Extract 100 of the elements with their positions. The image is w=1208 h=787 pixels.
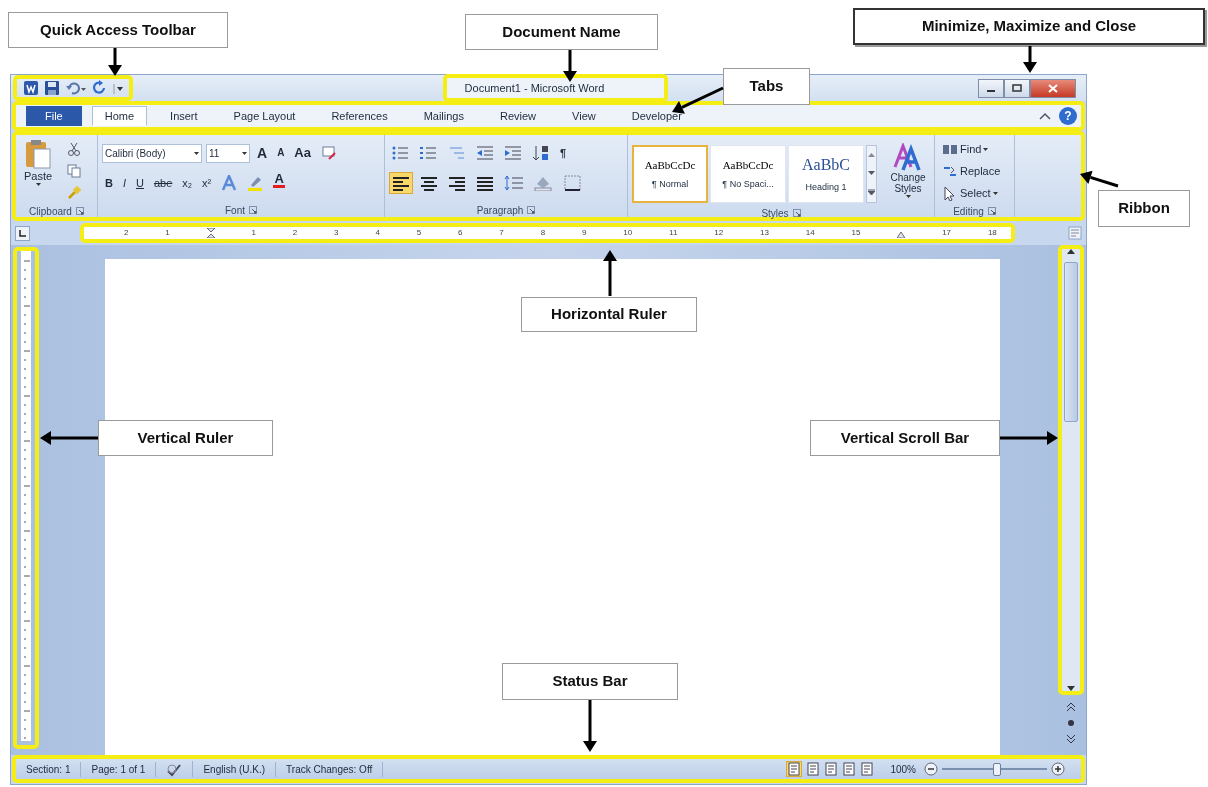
draft-icon[interactable] <box>860 762 875 776</box>
group-label: Clipboard <box>29 204 72 219</box>
app-icon[interactable] <box>23 80 39 96</box>
undo-icon[interactable] <box>65 80 87 96</box>
center-icon <box>420 174 438 192</box>
outline-icon[interactable] <box>842 762 857 776</box>
status-text[interactable]: Page: 1 of 1 <box>81 761 157 777</box>
clipboard-icon <box>25 139 52 169</box>
collapse-ribbon-icon[interactable] <box>1039 111 1051 121</box>
style-gallery-item[interactable]: AaBbCcDc ¶ Normal <box>632 145 708 203</box>
scroll-down-icon[interactable] <box>1067 686 1075 691</box>
show-marks-button[interactable]: ¶ <box>557 142 570 164</box>
reading-layout-icon[interactable] <box>806 762 821 776</box>
ruler-number: 2 <box>124 227 129 239</box>
save-icon[interactable] <box>44 80 60 96</box>
zoom-out-icon[interactable] <box>924 762 938 776</box>
font-name-field[interactable]: Calibri (Body) <box>102 143 202 163</box>
dialog-launcher-icon[interactable] <box>792 209 801 217</box>
group-label: Paragraph <box>476 203 524 218</box>
callout-arrow <box>1080 170 1119 188</box>
ruler-number: 5 <box>416 227 422 239</box>
callout-label: Minimize, Maximize and Close <box>853 8 1205 45</box>
browse-object-icon[interactable] <box>1067 719 1075 727</box>
editing-button[interactable]: Find <box>939 138 1004 160</box>
status-text[interactable]: Track Changes: Off <box>276 761 384 777</box>
font-color-button[interactable]: A <box>270 172 289 194</box>
grow-font-button[interactable]: A <box>254 142 271 164</box>
color-bar-icon <box>273 185 286 188</box>
file-tab[interactable]: File <box>26 106 82 126</box>
dialog-launcher-icon[interactable] <box>527 206 536 214</box>
zoom-in-icon[interactable] <box>1051 762 1065 776</box>
zoom-slider-thumb[interactable] <box>992 762 1001 776</box>
font-size-field[interactable]: 11 <box>206 143 250 163</box>
shrink-font-button[interactable]: A <box>274 142 288 164</box>
align-left-button[interactable] <box>389 172 413 194</box>
numbering-icon <box>420 145 438 161</box>
ruler-number: 6 <box>458 227 463 239</box>
style-gallery-item[interactable]: AaBbC Heading 1 <box>788 145 864 203</box>
bold-button[interactable]: B <box>102 172 116 194</box>
change-styles-button[interactable]: Change Styles <box>885 142 931 206</box>
dialog-launcher-icon[interactable] <box>249 206 257 214</box>
vertical-scroll-bar[interactable] <box>1058 245 1084 695</box>
ruler-number: 15 <box>851 227 861 239</box>
align-right-icon <box>448 174 466 192</box>
ruler-number: 7 <box>499 227 504 239</box>
strikethrough-button[interactable]: abe <box>150 172 176 194</box>
editing-button[interactable]: Replace <box>939 160 1004 182</box>
expand-gallery-icon[interactable] <box>868 189 875 195</box>
group-label: Editing <box>953 204 984 219</box>
minimize-button[interactable] <box>978 78 1004 98</box>
ruler-number: 12 <box>714 227 724 239</box>
maximize-button[interactable] <box>1004 78 1030 98</box>
zoom-level-text[interactable]: 100% <box>890 761 916 777</box>
next-page-icon[interactable] <box>1067 735 1075 743</box>
text-effects-icon <box>221 175 238 191</box>
callout-arrow <box>40 431 98 445</box>
change-case-button[interactable]: Aa <box>291 142 314 164</box>
paste-button[interactable]: Paste <box>20 138 57 196</box>
sort-icon <box>532 145 550 161</box>
previous-page-icon[interactable] <box>1067 703 1075 711</box>
ribbon-tab[interactable]: Developer <box>618 106 695 126</box>
style-gallery-item[interactable]: AaBbCcDc ¶ No Spaci... <box>710 145 786 203</box>
caret-icon <box>35 183 41 186</box>
redo-icon[interactable] <box>92 80 108 96</box>
dialog-launcher-icon[interactable] <box>987 207 996 215</box>
callout-label: Horizontal Ruler <box>521 297 697 332</box>
editing-button[interactable]: Select <box>939 182 1004 204</box>
ribbon-tab[interactable]: Insert <box>157 106 211 126</box>
help-button[interactable]: ? <box>1059 107 1077 125</box>
scroll-up-icon[interactable] <box>1067 249 1075 254</box>
dialog-launcher-icon[interactable] <box>75 207 84 215</box>
callout-arrow <box>583 700 597 752</box>
ruler-number: 10 <box>623 227 633 239</box>
tab-selector-button[interactable] <box>15 225 30 241</box>
ribbon-tab[interactable]: References <box>318 106 401 126</box>
subscript-button[interactable]: x₂ <box>179 172 196 194</box>
ribbon-tab[interactable]: View <box>559 106 609 126</box>
ribbon-tab[interactable]: Mailings <box>410 106 477 126</box>
status-text[interactable]: Section: 1 <box>16 761 82 777</box>
status-text[interactable]: English (U.K.) <box>193 761 277 777</box>
print-layout-icon[interactable] <box>787 762 802 776</box>
ribbon-tab[interactable]: Review <box>487 106 550 126</box>
scroll-down-icon[interactable] <box>868 171 875 175</box>
callout-label: Vertical Ruler <box>98 420 273 456</box>
highlighter-icon <box>247 175 264 191</box>
line-spacing-icon <box>504 175 524 191</box>
proofing-icon[interactable] <box>166 762 183 777</box>
multilevel-list-icon <box>448 145 466 161</box>
ribbon-tab[interactable]: Home <box>91 106 148 126</box>
underline-button[interactable]: U <box>133 172 147 194</box>
ruler-number: 13 <box>760 227 769 239</box>
scissors-icon <box>67 142 82 156</box>
close-button[interactable] <box>1030 78 1076 98</box>
ribbon-tab[interactable]: Page Layout <box>220 106 309 126</box>
scroll-thumb[interactable] <box>1064 262 1078 422</box>
callout-arrow <box>563 50 577 82</box>
superscript-button[interactable]: x² <box>199 172 215 194</box>
italic-button[interactable]: I <box>119 172 129 194</box>
ruler-number: 17 <box>942 227 952 239</box>
web-layout-icon[interactable] <box>824 762 839 776</box>
